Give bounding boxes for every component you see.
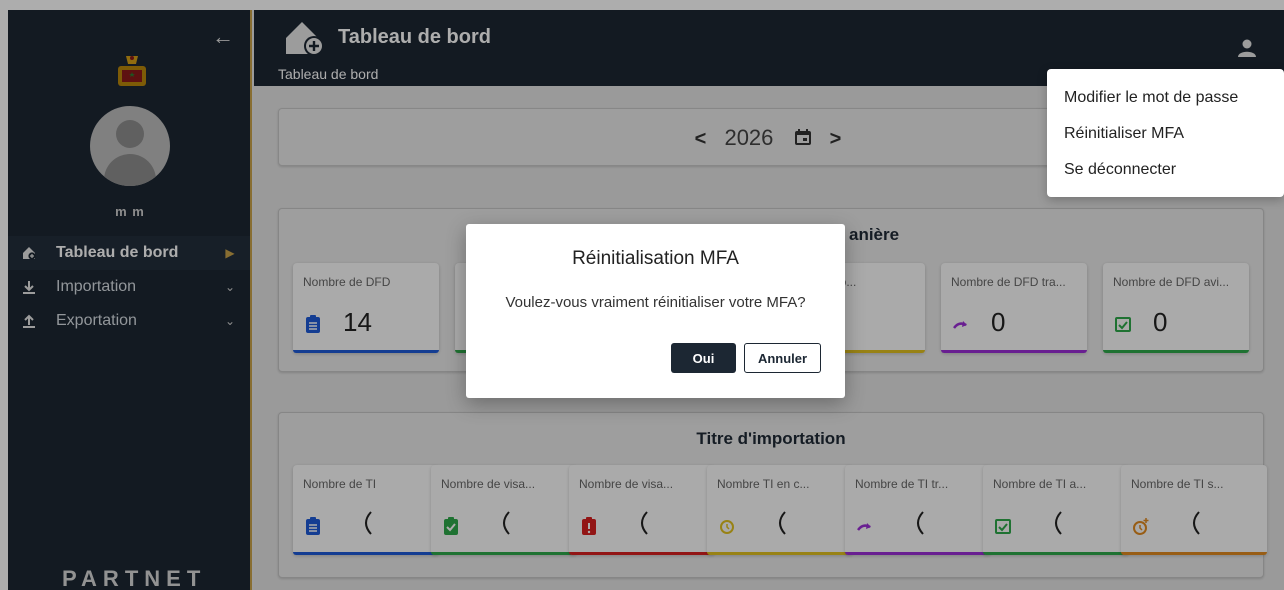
confirm-button[interactable]: Oui: [671, 343, 736, 373]
dialog-message: Voulez-vous vraiment réinitialiser votre…: [505, 294, 806, 311]
menu-item-logout[interactable]: Se déconnecter: [1064, 161, 1176, 179]
cancel-button[interactable]: Annuler: [744, 343, 821, 373]
user-menu: Modifier le mot de passe Réinitialiser M…: [1047, 69, 1284, 197]
menu-item-reset-mfa[interactable]: Réinitialiser MFA: [1064, 125, 1184, 143]
reset-mfa-dialog: Réinitialisation MFA Voulez-vous vraimen…: [466, 224, 845, 398]
menu-item-change-password[interactable]: Modifier le mot de passe: [1064, 89, 1238, 107]
dialog-title: Réinitialisation MFA: [572, 248, 739, 269]
